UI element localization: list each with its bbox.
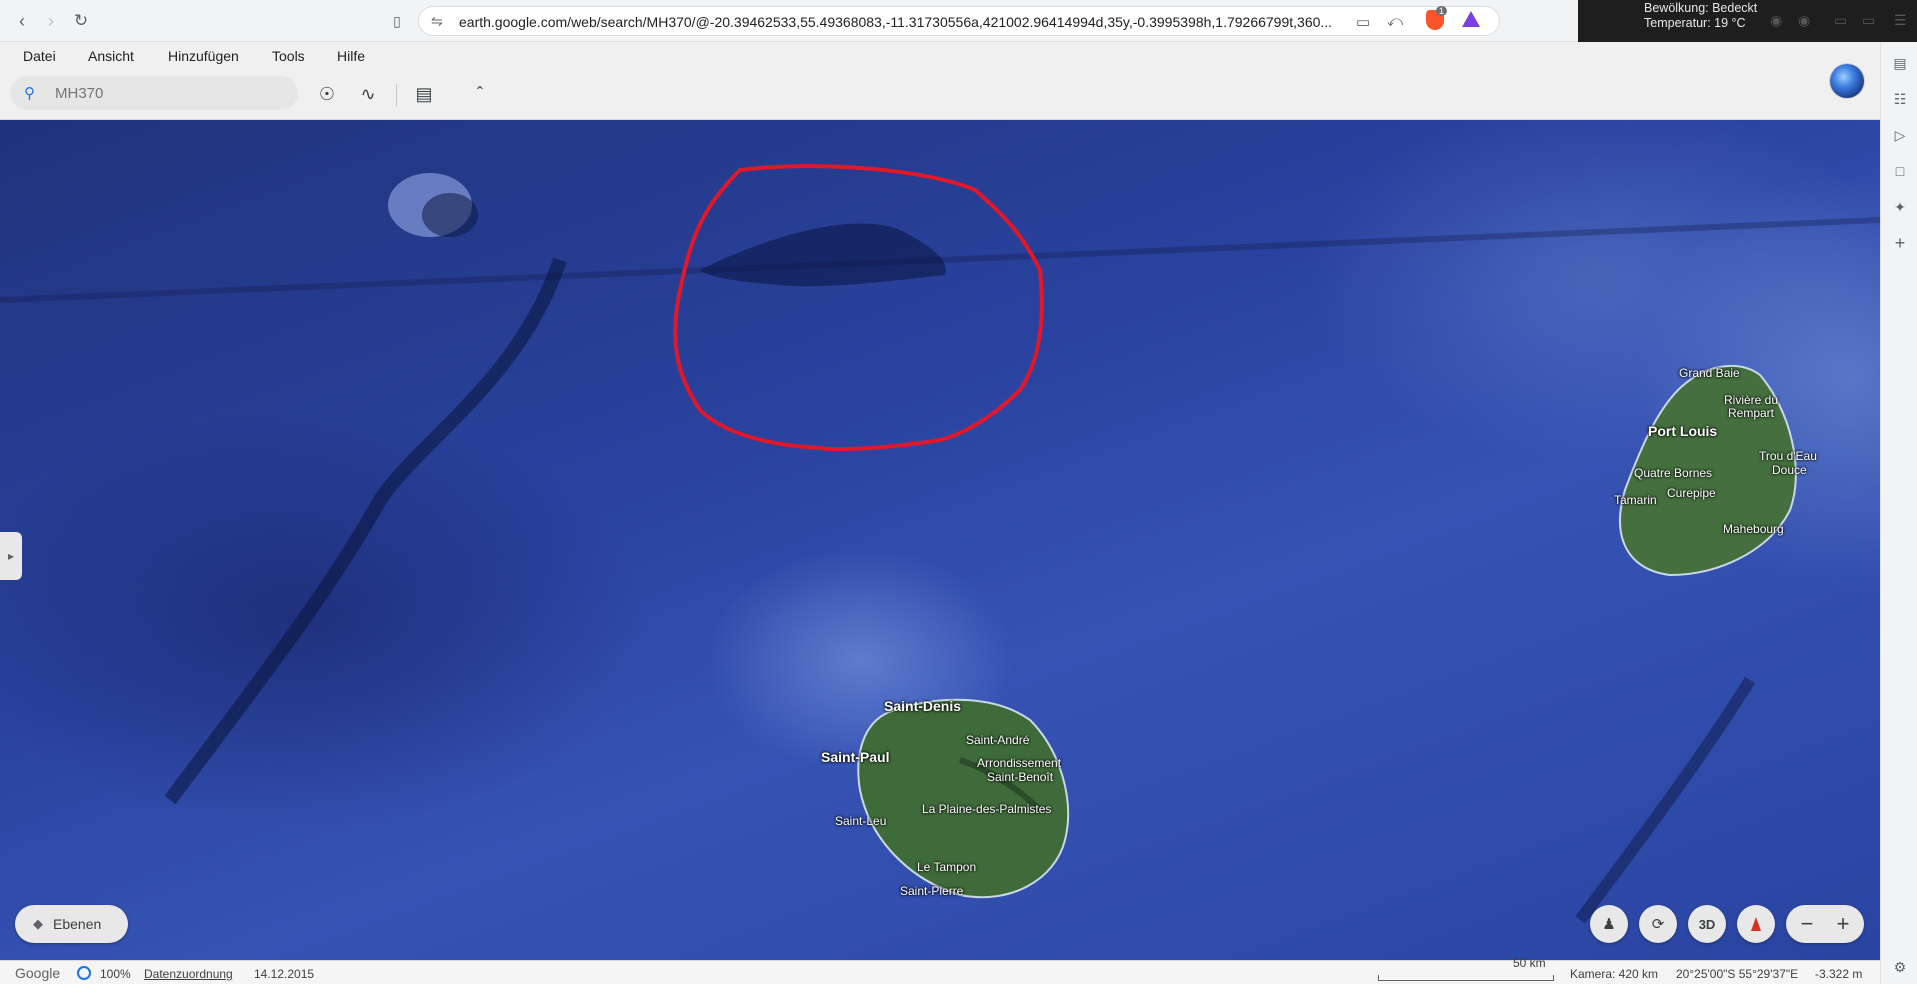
leo-icon[interactable]: ✦ <box>1891 198 1909 216</box>
add-icon[interactable]: + <box>1891 233 1909 253</box>
ruler-icon[interactable]: ▤ <box>410 80 438 108</box>
scale-label: 50 km <box>1513 956 1546 970</box>
label-saint-benoit: Saint-Benoît <box>987 770 1054 784</box>
search-input[interactable] <box>55 83 285 103</box>
menu-ansicht[interactable]: Ansicht <box>88 48 134 64</box>
label-saint-andre: Saint-André <box>966 733 1030 747</box>
layers-icon: ◆ <box>33 916 43 931</box>
video-icon[interactable]: ▷ <box>1891 126 1909 144</box>
red-annotation-circle <box>673 164 1044 452</box>
google-logo: Google <box>15 965 61 981</box>
imagery-date: 14.12.2015 <box>254 967 315 981</box>
settings-icon[interactable]: ⚙ <box>1891 958 1909 976</box>
brave-rewards-icon[interactable] <box>1462 11 1480 27</box>
search-box[interactable]: ⚲ <box>10 76 298 110</box>
url-text[interactable]: earth.google.com/web/search/MH370/@-20.3… <box>459 14 1389 30</box>
label-quatre-bornes: Quatre Bornes <box>1634 466 1713 480</box>
layers-label: Ebenen <box>53 916 102 932</box>
loaded-percent: 100% <box>100 967 131 981</box>
label-saint-pierre: Saint-Pierre <box>900 884 964 898</box>
zoom-in-button[interactable]: + <box>1828 909 1858 939</box>
tray-icon: ◉ <box>1798 12 1811 28</box>
label-arrondissement: Arrondissement <box>977 756 1062 770</box>
label-curepipe: Curepipe <box>1667 486 1716 500</box>
browser-side-panel: ▤ ☷ ▷ □ ✦ + ⚙ <box>1880 42 1917 984</box>
label-le-tampon: Le Tampon <box>917 860 977 874</box>
label-grand-baie: Grand Baie <box>1679 366 1740 380</box>
label-tamarin: Tamarin <box>1614 493 1657 507</box>
loading-ring-icon <box>77 966 91 980</box>
sidebar-toggle-handle[interactable]: ▸ <box>0 532 22 580</box>
cast-icon[interactable]: ▭ <box>1356 13 1370 31</box>
fracture-zone <box>164 257 567 805</box>
pegman-icon: ♟ <box>1602 916 1616 933</box>
scale-bar <box>1378 975 1554 981</box>
rotate-icon: ⟳ <box>1651 916 1665 933</box>
search-icon: ⚲ <box>24 85 35 102</box>
label-mahebourg: Mahebourg <box>1723 522 1784 536</box>
compass-icon <box>1751 917 1761 931</box>
weather-widget: Bewölkung: Bedeckt Temperatur: 19 °C ◉ ◉… <box>1578 0 1917 42</box>
tray-icon: ▭ <box>1834 12 1848 28</box>
brave-shield-icon[interactable]: 1 <box>1426 6 1448 30</box>
seamount-shadow <box>422 193 478 237</box>
seafloor-feature <box>700 223 946 287</box>
map-view[interactable]: Saint-Denis Saint-André Saint-Paul Arron… <box>0 120 1880 960</box>
label-plaine-des-palmistes: La Plaine-des-Palmistes <box>922 802 1052 816</box>
site-settings-icon[interactable]: ⇋ <box>431 13 443 30</box>
back-icon[interactable]: ‹ <box>9 8 35 34</box>
bookmark-icon[interactable]: ▯ <box>384 8 410 34</box>
menu-tools[interactable]: Tools <box>272 48 305 64</box>
wallet-icon[interactable]: ▤ <box>1891 54 1909 72</box>
account-globe-icon[interactable] <box>1830 64 1864 98</box>
label-riviere-du-rempart-2: Rempart <box>1728 406 1775 420</box>
tray-icon: ◉ <box>1770 12 1783 28</box>
reset-tilt-button[interactable]: ⟳ <box>1639 905 1677 943</box>
share-icon[interactable]: ⤺ <box>1387 13 1403 30</box>
cursor-coordinates: 20°25'00"S 55°29'37"E <box>1676 967 1799 981</box>
label-trou-deau-douce: Trou d'Eau <box>1759 449 1817 463</box>
menu-hilfe[interactable]: Hilfe <box>337 48 365 64</box>
reload-icon[interactable]: ↻ <box>68 8 94 34</box>
chevron-up-icon[interactable]: ˆ <box>466 80 494 108</box>
fracture-zone <box>1575 676 1756 924</box>
placemark-icon[interactable]: ☉ <box>313 80 341 108</box>
menu-icon: ☰ <box>1894 12 1907 28</box>
bookmarks-icon[interactable]: □ <box>1891 162 1909 180</box>
label-port-louis: Port Louis <box>1648 423 1718 439</box>
forward-icon[interactable]: › <box>38 8 64 34</box>
data-attribution-link[interactable]: Datenzuordnung <box>144 967 233 981</box>
label-trou-deau-douce-2: Douce <box>1772 463 1807 477</box>
toggle-3d-button[interactable]: 3D <box>1688 905 1726 943</box>
earth-appbar: Datei Ansicht Hinzufügen Tools Hilfe ⚲ ☉… <box>0 42 1880 120</box>
toolbar-divider <box>396 84 397 106</box>
map-terrain <box>0 164 1880 924</box>
reading-list-icon[interactable]: ☷ <box>1891 90 1909 108</box>
cursor-elevation: -3.322 m <box>1815 967 1863 981</box>
zoom-out-button[interactable]: − <box>1792 909 1822 939</box>
menu-datei[interactable]: Datei <box>23 48 56 64</box>
label-saint-leu: Saint-Leu <box>835 814 887 828</box>
address-bar[interactable]: ⇋ earth.google.com/web/search/MH370/@-20… <box>418 6 1500 36</box>
tray-icon: ▭ <box>1862 12 1876 28</box>
zoom-controls: − + <box>1786 905 1864 943</box>
browser-toolbar: ‹ › ↻ ▯ ⇋ earth.google.com/web/search/MH… <box>0 0 1917 42</box>
compass-button[interactable] <box>1737 905 1775 943</box>
label-saint-denis: Saint-Denis <box>884 698 962 714</box>
label-saint-paul: Saint-Paul <box>821 749 890 765</box>
status-bar: Google 100% Datenzuordnung 14.12.2015 50… <box>0 956 1880 984</box>
menu-hinzufuegen[interactable]: Hinzufügen <box>168 48 239 64</box>
pegman-button[interactable]: ♟ <box>1590 905 1628 943</box>
layers-button[interactable]: ◆ Ebenen <box>15 905 128 943</box>
brave-badge: 1 <box>1436 6 1448 16</box>
path-icon[interactable]: ∿ <box>354 80 382 108</box>
camera-altitude: Kamera: 420 km <box>1570 967 1659 981</box>
